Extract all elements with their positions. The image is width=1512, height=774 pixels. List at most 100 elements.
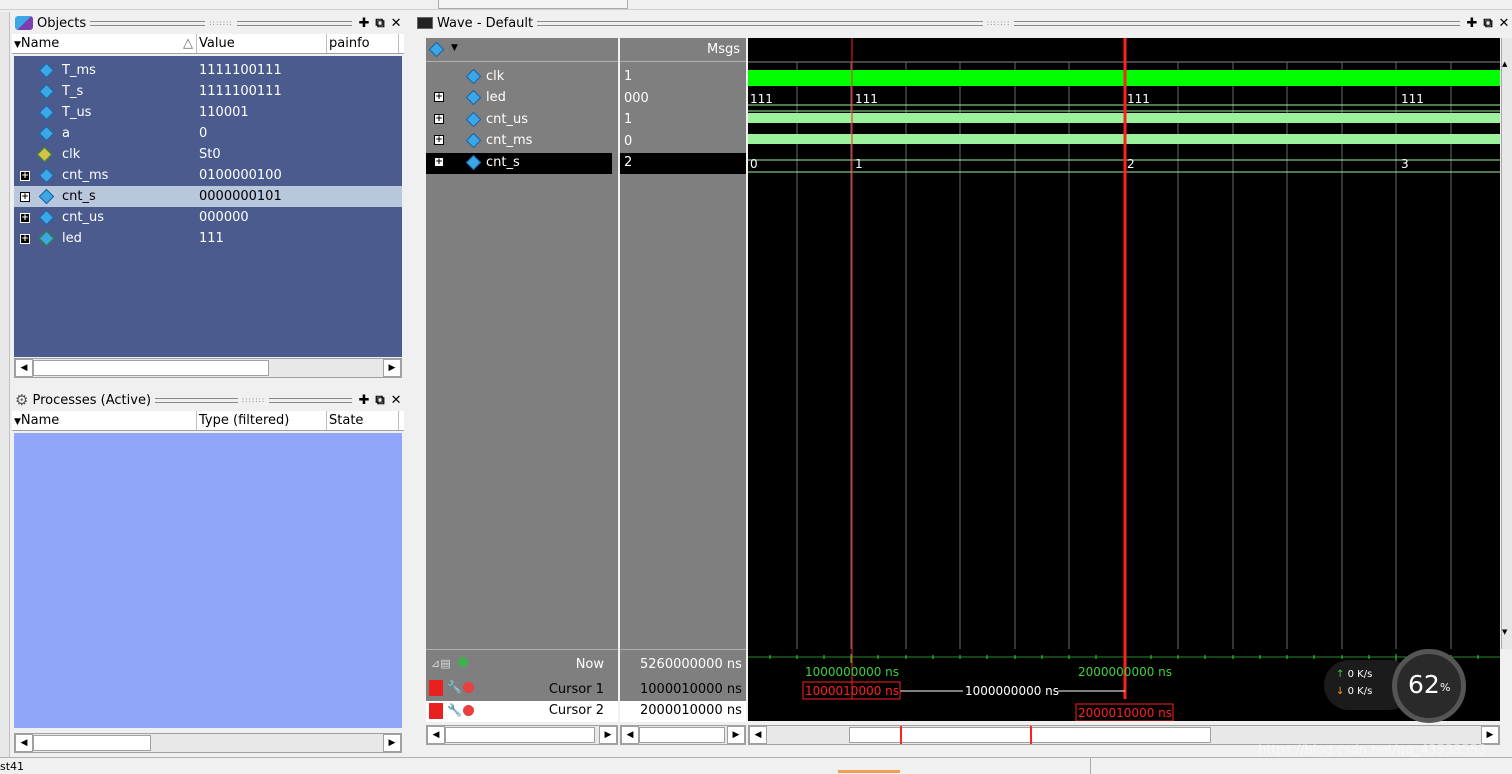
drag-grip-icon[interactable]: :::::::	[242, 396, 266, 404]
filter-icon[interactable]: ▼	[14, 417, 21, 427]
list-item[interactable]: + cnt_us 000000	[14, 207, 402, 228]
col-type-header[interactable]: Type (filtered)	[197, 411, 327, 430]
scroll-right-icon[interactable]: ▶	[383, 359, 401, 377]
scroll-thumb[interactable]	[639, 727, 725, 743]
lock-icon[interactable]	[429, 680, 443, 696]
list-item[interactable]: + led 111	[14, 228, 402, 249]
wave-label: 2	[1127, 157, 1135, 171]
undock-icon[interactable]: ⧉	[372, 393, 388, 408]
list-item[interactable]: clk St0	[14, 144, 402, 165]
cursor2-label[interactable]: Cursor 2	[549, 703, 604, 718]
wave-signal-row[interactable]: + cnt_us	[426, 110, 618, 131]
objects-titlebar: Objects ::::::: ✚ ⧉ ✕	[12, 12, 404, 34]
waveform-hscrollbar[interactable]: ◀ ▶	[748, 725, 1500, 745]
dock-icon[interactable]: ✚	[356, 393, 372, 408]
filter-icon[interactable]: ▼	[14, 40, 21, 50]
col-value-header[interactable]: Value	[197, 34, 327, 53]
wave-signal-row-selected[interactable]: + cnt_s	[426, 153, 612, 174]
wave-label: 111	[855, 92, 878, 106]
cursor2-time-box[interactable]: 2000010000 ns	[1078, 706, 1172, 720]
scroll-right-icon[interactable]: ▶	[383, 734, 401, 752]
delete-cursor-icon[interactable]	[463, 705, 474, 716]
wrench-icon[interactable]: 🔧	[447, 680, 462, 694]
list-item[interactable]: + cnt_ms 0100000100	[14, 165, 402, 186]
list-item[interactable]: a0	[14, 123, 402, 144]
wave-signal-row[interactable]: clk	[426, 67, 618, 88]
expand-icon[interactable]: +	[434, 114, 444, 124]
wave-signal-row[interactable]: + cnt_ms	[426, 131, 618, 152]
expand-icon[interactable]: +	[434, 157, 444, 167]
cursor1-label[interactable]: Cursor 1	[549, 682, 604, 697]
signal-menu-icon[interactable]	[428, 41, 445, 58]
cpu-percent-sign: %	[1440, 681, 1451, 694]
names-hscrollbar[interactable]: ◀ ▶	[426, 725, 618, 745]
download-unit: K/s	[1357, 686, 1373, 697]
undock-icon[interactable]: ⧉	[1480, 16, 1496, 31]
expand-icon[interactable]: +	[434, 135, 444, 145]
col-name-header[interactable]: ▼Name △	[12, 34, 197, 53]
list-item[interactable]: T_s 1111100111	[14, 81, 402, 102]
list-item[interactable]: T_ms 1111100111	[14, 60, 402, 81]
processes-hscrollbar[interactable]: ◀ ▶	[14, 733, 402, 753]
delete-cursor-icon[interactable]	[463, 682, 474, 693]
close-icon[interactable]: ✕	[388, 16, 404, 31]
scroll-down-icon[interactable]: ▼	[1502, 628, 1512, 636]
scroll-right-icon[interactable]: ▶	[599, 726, 617, 744]
objects-hscrollbar[interactable]: ◀ ▶	[14, 358, 402, 378]
undock-icon[interactable]: ⧉	[372, 16, 388, 31]
expand-icon[interactable]: +	[434, 92, 444, 102]
download-arrow-icon: ↓	[1336, 686, 1345, 697]
dock-icon[interactable]: ✚	[1464, 16, 1480, 31]
scroll-left-icon[interactable]: ◀	[15, 734, 33, 752]
col-name-header[interactable]: ▼Name	[12, 411, 197, 430]
close-icon[interactable]: ✕	[1496, 16, 1512, 31]
col-painfo-header[interactable]: painfo	[327, 34, 399, 53]
signal-icon	[38, 104, 55, 121]
scroll-left-icon[interactable]: ◀	[427, 726, 445, 744]
scroll-up-icon[interactable]: ▲	[1502, 60, 1512, 68]
list-item-selected[interactable]: + cnt_s 0000000101	[14, 186, 402, 207]
wave-signal-row[interactable]: + led	[426, 88, 618, 109]
cursor1-time-box[interactable]: 1000010000 ns	[805, 684, 899, 698]
watermark: https://blog.csdn.net/qq_43533553	[1258, 743, 1487, 758]
drag-grip-icon[interactable]: :::::::	[209, 19, 233, 27]
lock-icon[interactable]	[429, 703, 443, 719]
cpu-gauge[interactable]: 62 %	[1392, 649, 1466, 723]
waveform-vscrollbar[interactable]: ▲ ▼	[1501, 38, 1512, 649]
cursor2-value[interactable]: 2000010000 ns	[640, 703, 742, 718]
processes-list	[14, 433, 402, 728]
cursor-delta: 1000000000 ns	[965, 684, 1060, 698]
expand-icon[interactable]: +	[20, 212, 30, 223]
cursor1-value[interactable]: 1000010000 ns	[640, 682, 742, 697]
scroll-left-icon[interactable]: ◀	[749, 726, 767, 744]
scroll-left-icon[interactable]: ◀	[621, 726, 639, 744]
wave-panel: Wave - Default ::::::: ✚ ⧉ ✕ ▼ clk + led …	[414, 12, 1512, 757]
scroll-thumb[interactable]	[445, 727, 595, 743]
expand-icon[interactable]: +	[20, 170, 30, 181]
expand-icon[interactable]: +	[20, 191, 30, 202]
waveform-area[interactable]: 111 111 111 111 0 1 2 3	[748, 38, 1500, 649]
wave-label: 111	[750, 92, 773, 106]
close-icon[interactable]: ✕	[388, 393, 404, 408]
scroll-thumb[interactable]	[33, 735, 151, 751]
gear-icon: ⚙	[15, 391, 29, 409]
list-item[interactable]: T_us 110001	[14, 102, 402, 123]
wrench-icon[interactable]: 🔧	[447, 703, 462, 717]
msgs-hscrollbar[interactable]: ◀ ▶	[620, 725, 746, 745]
scroll-left-icon[interactable]: ◀	[15, 359, 33, 377]
upload-arrow-icon: ↑	[1336, 669, 1345, 680]
toolbar-fragment	[438, 0, 628, 9]
signal-icon	[465, 68, 482, 85]
wave-title: Wave - Default	[437, 15, 534, 31]
col-state-header[interactable]: State	[327, 411, 399, 430]
drag-grip-icon[interactable]: :::::::	[987, 19, 1011, 27]
msg-value: 2	[624, 155, 633, 170]
add-cursor-icon[interactable]	[458, 657, 468, 667]
scroll-right-icon[interactable]: ▶	[727, 726, 745, 744]
chevron-down-icon[interactable]: ▼	[451, 43, 458, 53]
scroll-right-icon[interactable]: ▶	[1481, 726, 1499, 744]
now-icon: ⊿▤	[431, 657, 451, 670]
expand-icon[interactable]: +	[20, 233, 30, 244]
dock-icon[interactable]: ✚	[356, 16, 372, 31]
scroll-thumb[interactable]	[33, 360, 269, 376]
